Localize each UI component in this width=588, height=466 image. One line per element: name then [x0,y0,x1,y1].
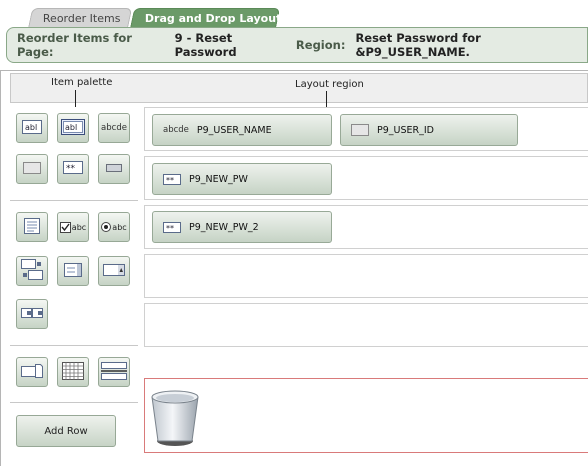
layout-region-heading: Layout region [295,79,364,90]
text-field-selected-icon: abl [61,118,85,138]
layout-row[interactable] [144,254,588,298]
palette-divider [10,345,138,346]
multi-select-icon [21,307,43,321]
password-icon-text: ** [166,224,174,233]
layout-item-p9-new-pw[interactable]: ** P9_NEW_PW [152,163,332,195]
item-label: P9_NEW_PW [189,173,248,185]
hidden-item-icon [351,124,369,136]
tab-reorder-items[interactable]: Reorder Items [28,8,133,28]
textarea-icon [24,217,40,237]
palette-hidden-item[interactable] [16,154,48,184]
display-only-icon: abcde [163,125,189,135]
text-field-icon: abl [22,119,42,137]
layout-row[interactable] [144,303,588,347]
tab-reorder-items-label: Reorder Items [42,12,121,25]
palette-grid[interactable] [57,357,89,387]
palette-pointer-line [75,90,76,107]
trash-drop-zone[interactable] [144,378,588,453]
password-icon: ** [163,173,181,185]
password-icon: ** [63,161,83,177]
display-only-icon: abcde [101,123,127,133]
palette-radio[interactable]: abc [98,212,130,242]
palette-textarea[interactable] [16,212,48,242]
page-value: 9 - Reset Password [174,31,237,59]
password-icon-text: ** [66,164,76,174]
palette-shuttle[interactable] [16,256,48,286]
checkbox-icon: abc [59,221,87,233]
palette-select-list[interactable] [98,256,130,286]
add-row-button[interactable]: Add Row [16,415,116,447]
palette-file-browse[interactable] [16,357,48,387]
region-value: Reset Password for &P9_USER_NAME. [355,31,481,59]
palette-text-field[interactable]: abl [16,113,48,143]
page-label: Reorder Items for Page: [17,31,132,59]
trash-can-icon [150,389,200,450]
select-list-icon [103,263,125,279]
checkbox-icon-text: abc [71,222,87,232]
palette-checkbox[interactable]: abc [57,212,89,242]
page-header: Reorder Items for Page: 9 - Reset Passwo… [6,27,588,63]
shuttle-icon [21,258,43,284]
layout-item-p9-new-pw-2[interactable]: ** P9_NEW_PW_2 [152,211,332,243]
item-label: P9_USER_ID [377,124,434,136]
item-label: P9_USER_NAME [196,124,272,136]
tab-drag-and-drop-layout[interactable]: Drag and Drop Layout [130,8,282,28]
palette-divider [10,200,138,201]
region-label: Region: [295,38,346,52]
text-field-icon-text: abl [25,123,37,132]
layout-item-p9-user-id[interactable]: P9_USER_ID [340,114,518,146]
tab-bar: Reorder Items Drag and Drop Layout [0,0,588,28]
layout-item-p9-user-name[interactable]: abcde P9_USER_NAME [152,114,332,146]
palette-stop-start[interactable] [98,357,130,387]
radio-icon-text: abc [112,222,127,232]
palette-list[interactable] [57,256,89,286]
list-icon [64,262,82,280]
radio-icon: abc [101,222,127,232]
file-browse-icon [21,363,43,382]
grid-icon [62,361,84,383]
password-icon: ** [163,221,181,233]
palette-small-field[interactable] [98,154,130,184]
tab-drag-and-drop-label: Drag and Drop Layout [144,12,282,25]
stop-start-icon [101,361,127,383]
palette-divider [10,402,138,403]
item-palette-heading: Item palette [51,77,113,88]
text-field-selected-icon-text: abl [65,123,77,132]
hidden-item-icon [23,161,41,177]
layout-pointer-line [326,91,327,108]
palette-display-only[interactable]: abcde [98,113,130,143]
palette-multi-select[interactable] [16,299,48,329]
password-icon-text: ** [166,176,174,185]
small-field-icon [106,163,122,175]
palette-text-field-alt[interactable]: abl [57,113,89,143]
palette-password[interactable]: ** [57,154,89,184]
item-label: P9_NEW_PW_2 [189,221,259,233]
